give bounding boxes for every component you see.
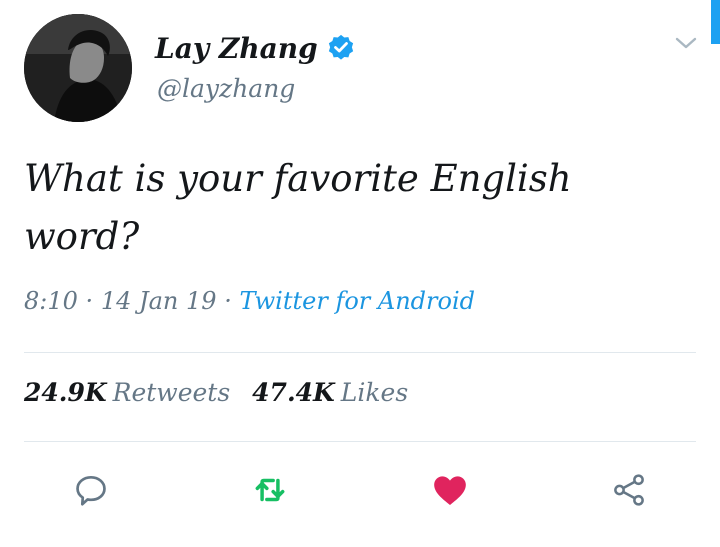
tweet-stats: 24.9K Retweets 47.4K Likes	[24, 378, 430, 407]
retweets-count[interactable]: 24.9K	[24, 378, 107, 407]
meta-separator: ·	[224, 287, 232, 315]
verified-badge-icon	[328, 34, 353, 60]
author-name-row[interactable]: Lay Zhang	[155, 28, 356, 68]
tweet-text: What is your favorite English word?	[24, 157, 572, 258]
profile-photo-icon	[24, 14, 132, 122]
tweet-date: 14 Jan 19	[100, 287, 217, 315]
author-display-name[interactable]: Lay Zhang	[155, 32, 318, 65]
speech-bubble-icon	[76, 475, 106, 506]
retweet-button[interactable]	[250, 470, 290, 510]
tweet-meta: 8:10 · 14 Jan 19 · Twitter for Android	[24, 287, 475, 315]
tweet-time: 8:10	[24, 287, 78, 315]
retweets-label[interactable]: Retweets	[113, 378, 231, 407]
chevron-down-icon[interactable]	[674, 34, 698, 52]
avatar[interactable]	[24, 14, 132, 122]
divider	[24, 441, 696, 442]
scroll-accent	[711, 0, 720, 44]
share-icon	[614, 474, 644, 506]
divider	[24, 352, 696, 353]
share-button[interactable]	[609, 470, 649, 510]
likes-label[interactable]: Likes	[341, 378, 408, 407]
likes-count[interactable]: 47.4K	[252, 378, 335, 407]
reply-button[interactable]	[71, 470, 111, 510]
author-handle[interactable]: @layzhang	[157, 74, 295, 103]
tweet-source-link[interactable]: Twitter for Android	[239, 287, 475, 315]
retweet-icon	[255, 478, 285, 502]
heart-icon	[434, 476, 466, 505]
like-button[interactable]	[430, 470, 470, 510]
meta-separator: ·	[85, 287, 94, 315]
